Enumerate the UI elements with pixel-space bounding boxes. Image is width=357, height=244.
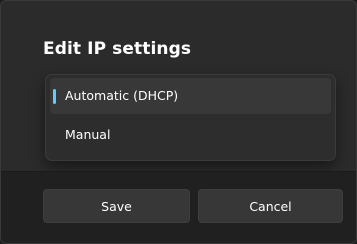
- selected-indicator: [53, 89, 56, 104]
- option-manual[interactable]: Manual: [50, 117, 331, 153]
- option-automatic-dhcp[interactable]: Automatic (DHCP): [50, 78, 331, 114]
- option-label: Automatic (DHCP): [65, 88, 179, 103]
- edit-ip-settings-dialog: Edit IP settings Automatic (DHCP) Manual…: [0, 0, 357, 244]
- cancel-button[interactable]: Cancel: [198, 189, 343, 223]
- dialog-title: Edit IP settings: [43, 39, 192, 59]
- ip-assignment-dropdown-menu: Automatic (DHCP) Manual: [45, 74, 336, 161]
- save-button[interactable]: Save: [43, 189, 190, 223]
- option-label: Manual: [65, 127, 111, 142]
- dialog-footer: Save Cancel: [1, 171, 356, 243]
